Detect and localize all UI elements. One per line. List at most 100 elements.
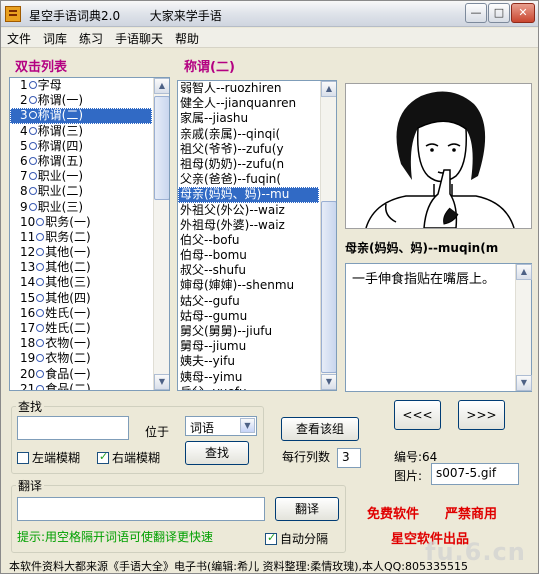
checkbox-box[interactable] — [97, 450, 109, 464]
menu-library[interactable]: 词库 — [43, 30, 67, 47]
word-scrollbar[interactable]: ▲ ▼ — [320, 81, 336, 390]
category-list-item[interactable]: 19 衣物(二) — [10, 351, 152, 366]
translate-group-label: 翻译 — [16, 477, 45, 494]
word-list-item[interactable]: 外祖母(外婆)--waiz — [178, 218, 319, 233]
menu-practice[interactable]: 练习 — [79, 30, 103, 47]
category-list-item[interactable]: 20 食品(一) — [10, 367, 152, 382]
scroll-down-arrow-icon[interactable]: ▼ — [516, 375, 532, 391]
sign-description-box[interactable]: 一手伸食指贴在嘴唇上。 ▲ ▼ — [345, 263, 532, 392]
word-list-item[interactable]: 弱智人--ruozhiren — [178, 81, 319, 96]
category-list[interactable]: 1 字母 2 称谓(一) 3 称谓(二) 4 称谓(三) 5 称谓(四) 6 称谓(五) 7 职业(一) 8… — [9, 77, 170, 391]
window-title: 星空手语词典2.0 大家来学手语 — [29, 7, 222, 24]
word-list-item[interactable]: 岳父--yuefu — [178, 385, 319, 390]
category-list-item[interactable]: 18 衣物(一) — [10, 336, 152, 351]
word-list-item[interactable]: 姑母--gumu — [178, 309, 319, 324]
word-list[interactable]: 弱智人--ruozhiren 健全人--jianquanren 家属--jiashu… — [177, 80, 337, 391]
category-list-item[interactable]: 7 职业(一) — [10, 169, 152, 184]
minimize-button[interactable]: — — [465, 3, 487, 23]
scroll-up-arrow-icon[interactable]: ▲ — [321, 81, 336, 97]
scroll-down-arrow-icon[interactable]: ▼ — [321, 374, 336, 390]
bullet-icon — [28, 202, 37, 211]
fuzzy-left-label: 左端模糊 — [32, 451, 81, 465]
checkbox-box[interactable] — [17, 452, 29, 464]
word-list-item[interactable]: 姑父--gufu — [178, 294, 319, 309]
search-group-label: 查找 — [16, 398, 45, 415]
item-label: 称谓(二) — [37, 108, 84, 123]
item-number: 18 — [20, 336, 36, 351]
scroll-up-arrow-icon[interactable]: ▲ — [516, 264, 532, 280]
maximize-button[interactable]: □ — [488, 3, 510, 23]
category-list-item[interactable]: 21 食品(二) — [10, 381, 152, 391]
menu-help[interactable]: 帮助 — [175, 30, 199, 47]
translate-input[interactable] — [17, 497, 265, 521]
description-scrollbar[interactable]: ▲ ▼ — [515, 264, 532, 391]
close-button[interactable]: ✕ — [511, 3, 535, 23]
category-list-item[interactable]: 14 其他(三) — [10, 275, 152, 290]
bullet-icon — [36, 354, 45, 363]
window-title-text: 星空手语词典2.0 — [29, 9, 121, 23]
next-button[interactable]: >>> — [458, 400, 505, 430]
app-window: 星空手语词典2.0 大家来学手语 — □ ✕ 文件 词库 练习 手语聊天 帮助 … — [0, 0, 539, 574]
word-list-item[interactable]: 婶母(婶婶)--shenmu — [178, 278, 319, 293]
scroll-thumb[interactable] — [154, 96, 169, 200]
item-number: 21 — [20, 381, 36, 391]
search-input[interactable] — [17, 416, 129, 440]
category-list-item[interactable]: 6 称谓(五) — [10, 154, 152, 169]
category-list-item[interactable]: 2 称谓(一) — [10, 93, 152, 108]
chevron-down-icon[interactable]: ▼ — [240, 418, 255, 433]
category-scrollbar[interactable]: ▲ ▼ — [153, 78, 169, 390]
word-list-item[interactable]: 健全人--jianquanren — [178, 96, 319, 111]
columns-input[interactable]: 3 — [337, 448, 361, 468]
category-list-item[interactable]: 10 职务(一) — [10, 215, 152, 230]
translate-button[interactable]: 翻译 — [275, 497, 339, 521]
bullet-icon — [36, 278, 45, 287]
prev-button[interactable]: <<< — [394, 400, 441, 430]
word-list-item[interactable]: 亲戚(亲属)--qinqi( — [178, 127, 319, 142]
item-label: 职业(一) — [37, 169, 84, 184]
category-list-item[interactable]: 11 职务(二) — [10, 230, 152, 245]
word-list-item[interactable]: 外祖父(外公)--waiz — [178, 203, 319, 218]
scroll-thumb[interactable] — [321, 201, 336, 373]
app-icon — [5, 6, 21, 22]
image-filename-field[interactable]: s007-5.gif — [431, 463, 519, 485]
word-list-item[interactable]: 祖父(爷爷)--zufu(y — [178, 142, 319, 157]
find-button[interactable]: 查找 — [185, 441, 249, 465]
fuzzy-left-checkbox[interactable]: 左端模糊 — [17, 449, 80, 466]
word-list-item[interactable]: 姨母--yimu — [178, 370, 319, 385]
category-list-item[interactable]: 12 其他(一) — [10, 245, 152, 260]
word-list-item[interactable]: 伯父--bofu — [178, 233, 319, 248]
category-list-item[interactable]: 3 称谓(二) — [10, 108, 152, 124]
checkbox-box[interactable] — [265, 531, 277, 545]
word-list-item[interactable]: 舅母--jiumu — [178, 339, 319, 354]
category-list-item[interactable]: 8 职业(二) — [10, 184, 152, 199]
auto-split-checkbox[interactable]: 自动分隔 — [265, 530, 328, 547]
category-list-item[interactable]: 9 职业(三) — [10, 200, 152, 215]
view-group-button[interactable]: 查看该组 — [281, 417, 359, 441]
category-list-item[interactable]: 1 字母 — [10, 78, 152, 93]
category-list-item[interactable]: 13 其他(二) — [10, 260, 152, 275]
word-list-item[interactable]: 祖母(奶奶)--zufu(n — [178, 157, 319, 172]
promo-no-commercial: 严禁商用 — [445, 507, 498, 522]
category-list-item[interactable]: 5 称谓(四) — [10, 139, 152, 154]
category-list-item[interactable]: 17 姓氏(二) — [10, 321, 152, 336]
fuzzy-right-checkbox[interactable]: 右端模糊 — [97, 449, 160, 466]
scroll-up-arrow-icon[interactable]: ▲ — [154, 78, 169, 94]
word-list-item[interactable]: 家属--jiashu — [178, 111, 319, 126]
search-field-select[interactable]: 词语 ▼ — [185, 416, 257, 436]
word-list-item[interactable]: 伯母--bomu — [178, 248, 319, 263]
word-list-item[interactable]: 舅父(舅舅)--jiufu — [178, 324, 319, 339]
word-list-item[interactable]: 叔父--shufu — [178, 263, 319, 278]
word-list-item[interactable]: 母亲(妈妈、妈)--mu — [178, 187, 319, 203]
category-list-item[interactable]: 16 姓氏(一) — [10, 306, 152, 321]
item-label: 称谓(三) — [37, 123, 84, 138]
word-list-item[interactable]: 姨夫--yifu — [178, 354, 319, 369]
menu-file[interactable]: 文件 — [7, 30, 31, 47]
image-label: 图片: — [394, 469, 423, 483]
category-list-item[interactable]: 4 称谓(三) — [10, 124, 152, 139]
word-list-item[interactable]: 父亲(爸爸)--fuqin( — [178, 172, 319, 187]
menu-sign-chat[interactable]: 手语聊天 — [115, 30, 163, 47]
scroll-down-arrow-icon[interactable]: ▼ — [154, 374, 169, 390]
item-label: 衣物(二) — [45, 351, 91, 366]
category-list-item[interactable]: 15 其他(四) — [10, 291, 152, 306]
bullet-icon — [28, 81, 37, 89]
